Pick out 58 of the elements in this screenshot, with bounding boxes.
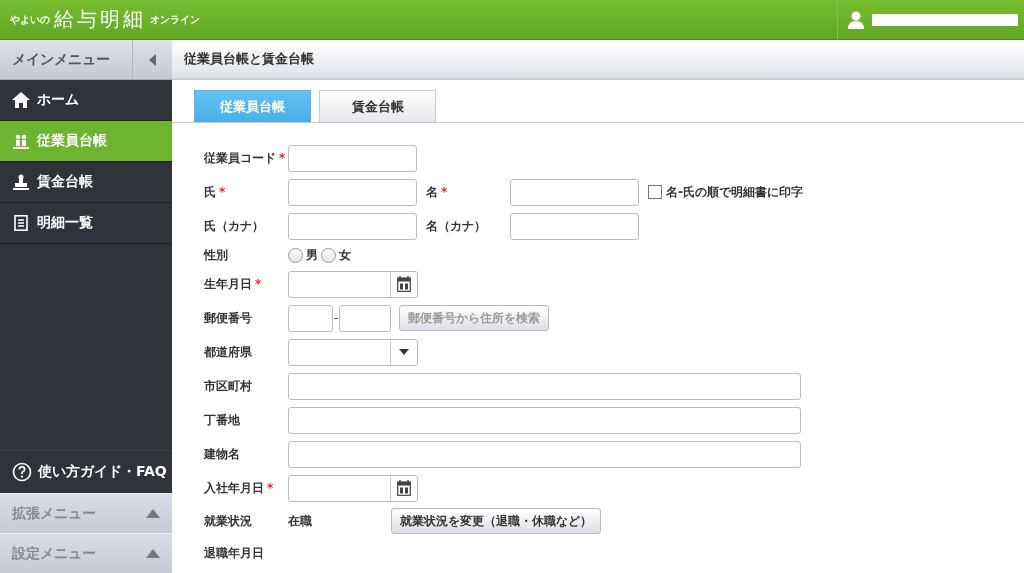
field-label: 生年月日 * [204,275,263,293]
field-label: 名（カナ） [426,217,487,235]
input-field[interactable] [288,212,417,240]
menu-title: メインメニュー [11,49,111,69]
caret-icon [148,53,157,66]
field-label: 建物名 [204,445,241,463]
dropdown[interactable] [288,338,418,366]
field-label: 氏 * [204,183,227,201]
input-field[interactable] [288,304,333,332]
field-label: 就業状況 [204,512,253,530]
checkbox[interactable] [648,185,662,199]
required-mark: * [219,184,226,199]
logo-title: 給与明細 [54,6,146,33]
user-icon[interactable] [848,10,864,29]
radio-label: 男 [306,246,318,264]
logo-text: やよいの [10,12,50,27]
calendar-icon [397,276,411,292]
input-field[interactable] [288,406,801,434]
input-field[interactable] [288,144,417,172]
input-field[interactable] [288,372,801,400]
input-field[interactable] [339,304,392,332]
field-label: 都道府県 [204,343,253,361]
radio-button[interactable] [288,247,303,263]
field-label: 市区町村 [204,377,253,395]
list-icon [12,215,30,231]
date-field[interactable] [288,270,418,298]
tab[interactable]: 賃金台帳 [319,90,436,122]
field-value: 在職 [288,512,313,530]
home-icon [12,92,30,108]
caret-icon [399,349,409,355]
field-label: 氏（カナ） [204,217,265,235]
stamp-icon [12,174,30,190]
input-field[interactable] [288,440,801,468]
separator-text: - [334,311,339,325]
input-field[interactable] [510,212,639,240]
field-label: 退職年月日 [204,544,265,562]
page-title: 従業員台帳と賃金台帳 [184,50,314,68]
field-label: 従業員コード * [204,149,287,167]
required-mark: * [255,276,262,291]
people-icon [12,133,30,149]
required-mark: * [267,480,274,495]
logo-text: オンライン [150,12,200,27]
radio-label: 女 [339,246,351,264]
radio-button[interactable] [321,247,336,263]
field-label: 郵便番号 [204,309,253,327]
checkbox-label: 名-氏の順で明細書に印字 [666,183,803,201]
input-field[interactable] [288,178,417,206]
input-field[interactable] [510,178,639,206]
field-label: 名 * [426,183,449,201]
calendar-icon [397,480,411,496]
date-field[interactable] [288,474,418,502]
required-mark: * [279,150,286,165]
field-label: 入社年月日 * [204,479,275,497]
field-label: 丁番地 [204,411,241,429]
field-label: 性別 [204,246,229,264]
required-mark: * [441,184,448,199]
change-status-button[interactable]: 就業状況を変更（退職・休職など） [391,508,601,534]
help-icon [12,462,32,482]
